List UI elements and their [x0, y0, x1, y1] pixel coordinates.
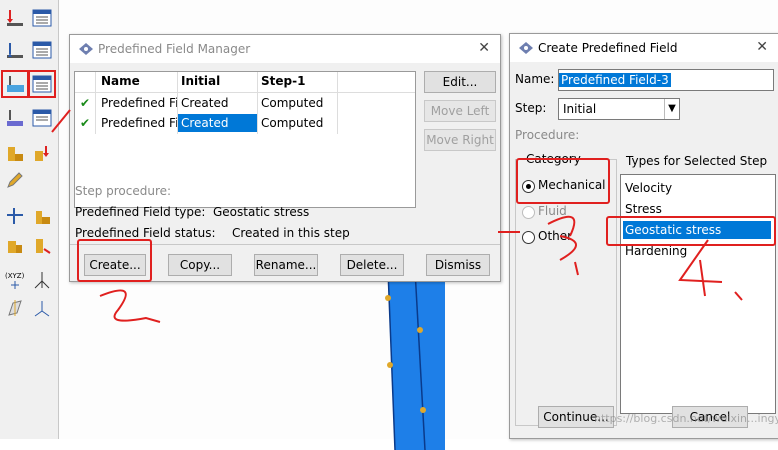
part-geometry — [385, 270, 445, 450]
predefined-field-icon[interactable] — [1, 70, 29, 98]
remesh-rule-icon[interactable] — [3, 106, 27, 130]
table-cell-initial-selected[interactable]: Created — [178, 114, 257, 132]
name-field-value[interactable]: Predefined Field-3 — [559, 73, 671, 87]
translate-icon[interactable] — [3, 234, 27, 258]
column-header-step1[interactable]: Step-1 — [261, 74, 305, 88]
procedure-label: Procedure: — [515, 128, 580, 142]
close-icon[interactable]: ✕ — [478, 40, 490, 56]
create-titlebar[interactable]: Create Predefined Field ✕ — [510, 34, 778, 62]
datum-csys-point-icon[interactable] — [30, 296, 54, 320]
step-procedure-label: Step procedure: — [75, 184, 172, 198]
types-label: Types for Selected Step — [626, 154, 768, 168]
table-cell-name[interactable]: Predefined Fi — [101, 114, 177, 132]
manager-titlebar[interactable]: Predefined Field Manager ✕ — [70, 35, 500, 63]
active-check-icon[interactable]: ✔ — [80, 94, 90, 112]
fluid-label[interactable]: Fluid — [538, 204, 567, 218]
annotation-box-mechanical — [516, 158, 610, 204]
table-cell-step1[interactable]: Computed — [261, 94, 323, 112]
svg-text:(XYZ): (XYZ) — [5, 272, 25, 280]
step-label: Step: — [515, 101, 547, 115]
edit-button[interactable]: Edit... — [424, 71, 496, 93]
xyz-datum-icon[interactable]: (XYZ) — [3, 268, 27, 292]
active-check-icon[interactable]: ✔ — [80, 114, 90, 132]
predefined-field-manager-icon[interactable] — [28, 70, 56, 98]
annotation-box-geostatic — [606, 216, 776, 246]
table-cell-initial[interactable]: Created — [181, 94, 229, 112]
bc-manager-icon[interactable] — [30, 38, 54, 62]
boundary-condition-icon[interactable] — [3, 38, 27, 62]
column-header-name[interactable]: Name — [101, 74, 140, 88]
connector-icon[interactable] — [3, 142, 27, 166]
move-left-button[interactable]: Move Left — [424, 100, 496, 122]
close-icon[interactable]: ✕ — [756, 39, 768, 55]
table-cell-name[interactable]: Predefined Fi — [101, 94, 177, 112]
fluid-radio[interactable] — [522, 206, 535, 219]
name-field[interactable]: Predefined Field-3 — [558, 69, 774, 91]
move-right-button[interactable]: Move Right — [424, 129, 496, 151]
remesh-manager-icon[interactable] — [30, 106, 54, 130]
abaqus-diamond-icon — [518, 41, 534, 58]
delete-button[interactable]: Delete... — [340, 254, 404, 276]
load-icon[interactable] — [3, 6, 27, 30]
list-item[interactable]: Velocity — [625, 179, 672, 197]
rotate-icon[interactable] — [30, 234, 54, 258]
datum-axis-icon[interactable] — [30, 268, 54, 292]
field-type-value: Geostatic stress — [213, 205, 310, 219]
load-manager-icon[interactable] — [30, 6, 54, 30]
dismiss-button[interactable]: Dismiss — [426, 254, 490, 276]
step-select-value: Initial — [563, 102, 597, 116]
rename-button[interactable]: Rename... — [254, 254, 318, 276]
abaqus-diamond-icon — [78, 42, 94, 59]
module-toolbar: (XYZ) — [0, 0, 59, 439]
create-title: Create Predefined Field — [538, 41, 678, 55]
other-radio[interactable] — [522, 231, 535, 244]
annotation-box-create — [77, 239, 152, 282]
copy-button[interactable]: Copy... — [168, 254, 232, 276]
chevron-down-icon[interactable]: ▼ — [664, 99, 679, 119]
table-cell-step1[interactable]: Computed — [261, 114, 323, 132]
connector-load-icon[interactable] — [30, 142, 54, 166]
types-list[interactable]: Velocity Stress Geostatic stress Hardeni… — [620, 174, 776, 414]
watermark: https://blog.csdn.net/weixin...ingyi — [594, 412, 778, 425]
field-status-label: Predefined Field status: — [75, 226, 216, 240]
field-status-value: Created in this step — [232, 226, 350, 240]
field-type-label: Predefined Field type: — [75, 205, 206, 219]
column-header-initial[interactable]: Initial — [181, 74, 220, 88]
name-label: Name: — [515, 72, 555, 86]
assembly-constraint-icon[interactable] — [30, 204, 54, 228]
other-label[interactable]: Other — [538, 229, 572, 243]
step-select[interactable]: Initial ▼ — [558, 98, 680, 120]
pencil-icon[interactable] — [3, 168, 27, 192]
datum-csys-icon[interactable] — [3, 204, 27, 228]
manager-title: Predefined Field Manager — [98, 42, 251, 56]
datum-plane-icon[interactable] — [3, 296, 27, 320]
